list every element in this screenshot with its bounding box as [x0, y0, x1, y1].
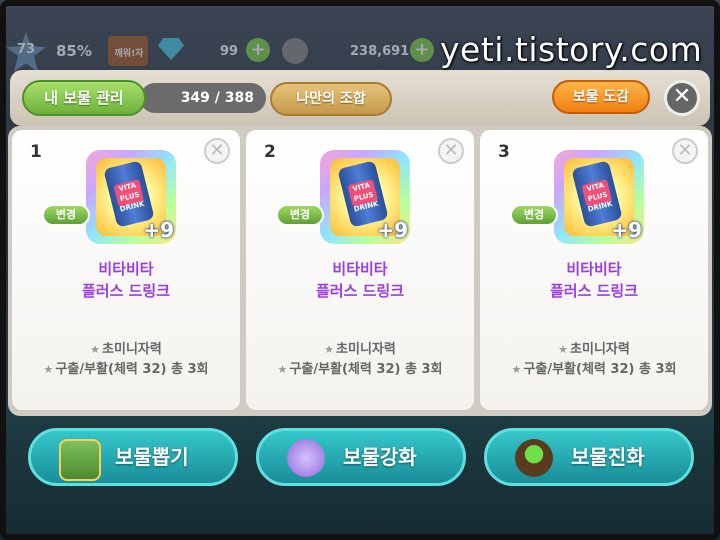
- watermark: yeti.tistory.com: [440, 30, 703, 69]
- can-label: VITA PLUS DRINK: [347, 179, 379, 214]
- star-icon: ★: [324, 343, 335, 356]
- star-icon: ★: [90, 343, 101, 356]
- can-label: VITA PLUS DRINK: [113, 179, 145, 214]
- item-name-line2: 플러스 드링크: [81, 282, 171, 300]
- gold-count: 238,691: [350, 44, 410, 59]
- treasure-slot-1[interactable]: 1 ✕ VITA PLUS DRINK +9 변경 비타비타 플러스 드링크 ★…: [12, 130, 240, 410]
- treasure-count: 349 / 388: [140, 83, 266, 113]
- star-icon: ★: [558, 343, 569, 356]
- item-name-line1: 비타비타: [98, 260, 154, 278]
- item-name-line1: 비타비타: [566, 260, 622, 278]
- can-label: VITA PLUS DRINK: [581, 179, 613, 214]
- item-name-line2: 플러스 드링크: [315, 282, 405, 300]
- slot-number: 3: [498, 142, 510, 162]
- treasure-evolve-button[interactable]: 보물진화: [484, 428, 694, 486]
- effect-text: 초미니자력: [336, 342, 396, 357]
- effect-text: 구출/부활(체력 32) 총 3회: [289, 362, 443, 377]
- effect-2: ★ 구출/부활(체력 32) 총 3회: [246, 358, 474, 377]
- button-label: 보물강화: [343, 445, 417, 469]
- effect-1: ★ 초미니자력: [480, 338, 708, 357]
- treasure-slot-2[interactable]: 2 ✕ VITA PLUS DRINK +9 변경 비타비타 플러스 드링크 ★…: [246, 130, 474, 410]
- star-icon: ★: [277, 363, 288, 376]
- friend-face-icon: [282, 38, 308, 64]
- item-name-line1: 비타비타: [332, 260, 388, 278]
- enhance-level: +9: [143, 218, 174, 242]
- treasure-draw-button[interactable]: 보물뽑기: [28, 428, 238, 486]
- item-name-line2: 플러스 드링크: [549, 282, 639, 300]
- star-icon: ★: [511, 363, 522, 376]
- effect-1: ★ 초미니자력: [246, 338, 474, 357]
- add-gold-button[interactable]: +: [410, 38, 434, 62]
- slot-number: 2: [264, 142, 276, 162]
- add-gem-button[interactable]: +: [246, 38, 270, 62]
- effect-text: 구출/부활(체력 32) 총 3회: [55, 362, 209, 377]
- star-icon: ★: [43, 363, 54, 376]
- remove-icon[interactable]: ✕: [438, 138, 464, 164]
- remove-icon[interactable]: ✕: [672, 138, 698, 164]
- effect-text: 초미니자력: [102, 342, 162, 357]
- treasure-icon[interactable]: VITA PLUS DRINK +9: [554, 150, 644, 244]
- remove-icon[interactable]: ✕: [204, 138, 230, 164]
- treasure-icon[interactable]: VITA PLUS DRINK +9: [86, 150, 176, 244]
- cauldron-icon: [515, 439, 553, 477]
- effect-2: ★ 구출/부활(체력 32) 총 3회: [480, 358, 708, 377]
- box-label: 깨워!자: [114, 49, 144, 59]
- enhance-level: +9: [377, 218, 408, 242]
- effect-text: 구출/부활(체력 32) 총 3회: [523, 362, 677, 377]
- level-number: 73: [16, 42, 36, 57]
- gem-icon: [158, 38, 184, 60]
- tab-my-combo[interactable]: 나만의 조합: [270, 82, 392, 116]
- change-button[interactable]: 변경: [276, 204, 324, 226]
- effect-1: ★ 초미니자력: [12, 338, 240, 357]
- chest-icon: [59, 439, 101, 481]
- tab-my-treasure[interactable]: 내 보물 관리: [22, 80, 146, 116]
- magic-orb-icon: [287, 439, 325, 477]
- change-button[interactable]: 변경: [42, 204, 90, 226]
- progress-percent: 85%: [56, 42, 92, 60]
- effect-2: ★ 구출/부활(체력 32) 총 3회: [12, 358, 240, 377]
- gem-count: 99: [220, 44, 239, 59]
- slot-number: 1: [30, 142, 42, 162]
- button-label: 보물뽑기: [115, 445, 189, 469]
- treasure-slot-3[interactable]: 3 ✕ VITA PLUS DRINK +9 변경 비타비타 플러스 드링크 ★…: [480, 130, 708, 410]
- change-button[interactable]: 변경: [510, 204, 558, 226]
- treasure-icon[interactable]: VITA PLUS DRINK +9: [320, 150, 410, 244]
- treasure-enhance-button[interactable]: 보물강화: [256, 428, 466, 486]
- enhance-level: +9: [611, 218, 642, 242]
- button-label: 보물진화: [571, 445, 645, 469]
- close-icon[interactable]: ✕: [664, 80, 700, 116]
- treasure-book-button[interactable]: 보물 도감: [552, 80, 650, 114]
- effect-text: 초미니자력: [570, 342, 630, 357]
